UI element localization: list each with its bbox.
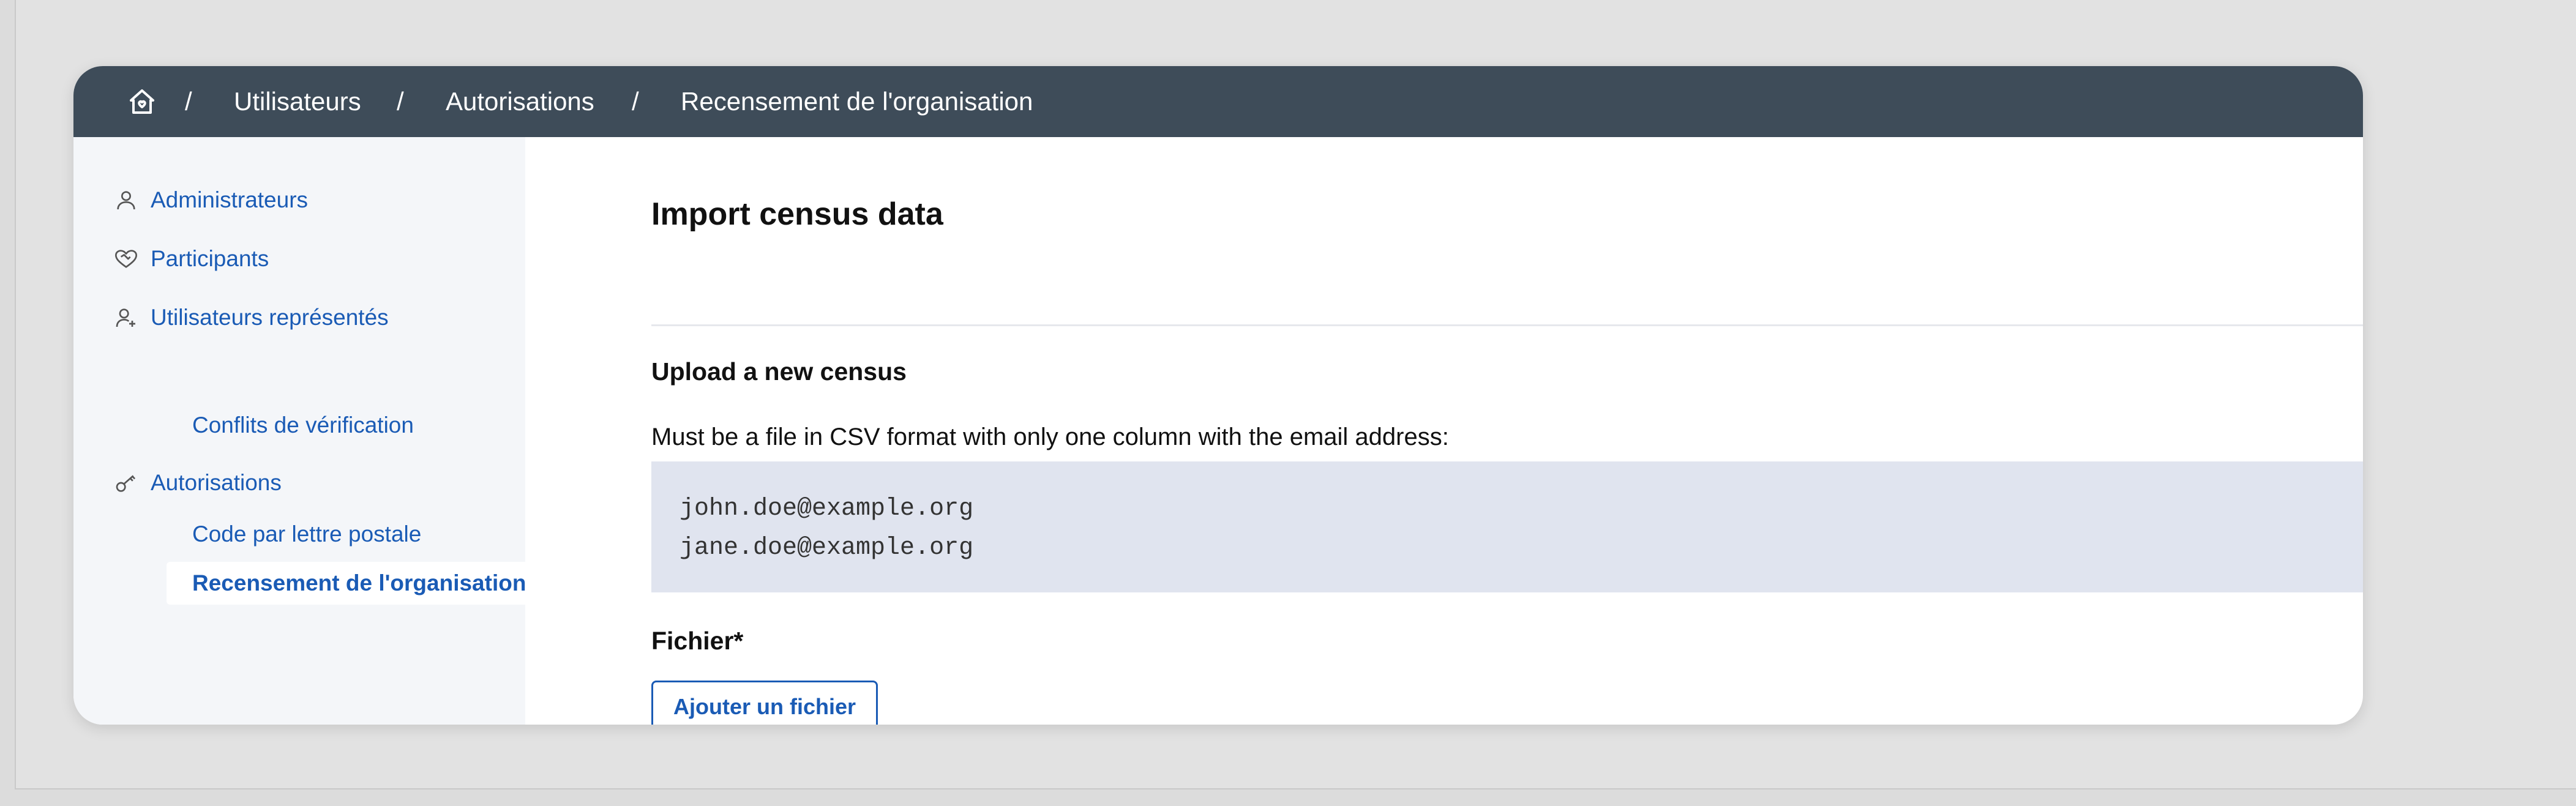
file-field-label: Fichier* (651, 627, 744, 655)
breadcrumb: / Utilisateurs / Autorisations / Recense… (73, 66, 2363, 137)
sidebar-subitem-verification-conflicts[interactable]: Conflits de vérification (192, 412, 414, 438)
add-file-button[interactable]: Ajouter un fichier (651, 681, 878, 725)
heart-handshake-icon (115, 250, 138, 268)
sidebar-item-label: Utilisateurs représentés (151, 305, 389, 330)
breadcrumb-separator: / (397, 87, 404, 116)
user-add-icon (116, 308, 135, 327)
sidebar-item-label: Autorisations (151, 470, 282, 495)
breadcrumb-separator: / (185, 87, 192, 116)
sidebar-item-participants[interactable]: Participants (114, 239, 269, 279)
code-line: john.doe@example.org (680, 495, 974, 523)
sidebar: Administrateurs Participants Utilisateur… (73, 137, 571, 725)
sidebar-item-administrators[interactable]: Administrateurs (114, 180, 308, 220)
user-icon (117, 191, 135, 210)
sidebar-subitem-census[interactable]: Recensement de l'organisation (167, 562, 571, 605)
sidebar-item-label: Participants (151, 246, 269, 271)
breadcrumb-item-users[interactable]: Utilisateurs (234, 66, 361, 137)
sidebar-subitem-postal-code[interactable]: Code par lettre postale (192, 521, 421, 547)
section-title: Upload a new census (651, 357, 907, 386)
sidebar-item-authorizations[interactable]: Autorisations (114, 463, 282, 503)
code-line: jane.doe@example.org (680, 534, 974, 562)
sidebar-item-label: Administrateurs (151, 187, 309, 212)
breadcrumb-separator: / (632, 87, 639, 116)
key-icon (116, 475, 136, 492)
breadcrumb-item-census: Recensement de l'organisation (681, 87, 1033, 116)
sidebar-subitem-label: Recensement de l'organisation (192, 570, 526, 595)
csv-example-block: john.doe@example.org jane.doe@example.or… (651, 461, 2363, 592)
breadcrumb-item-authorizations[interactable]: Autorisations (446, 66, 594, 137)
page-title: Import census data (651, 196, 943, 232)
admin-card: / Utilisateurs / Autorisations / Recense… (73, 66, 2363, 725)
sidebar-item-represented-users[interactable]: Utilisateurs représentés (114, 297, 389, 338)
divider (651, 324, 2363, 326)
home-icon[interactable] (127, 87, 157, 116)
format-description: Must be a file in CSV format with only o… (651, 424, 1449, 450)
main-content: Import census data Upload a new census M… (525, 137, 2363, 725)
